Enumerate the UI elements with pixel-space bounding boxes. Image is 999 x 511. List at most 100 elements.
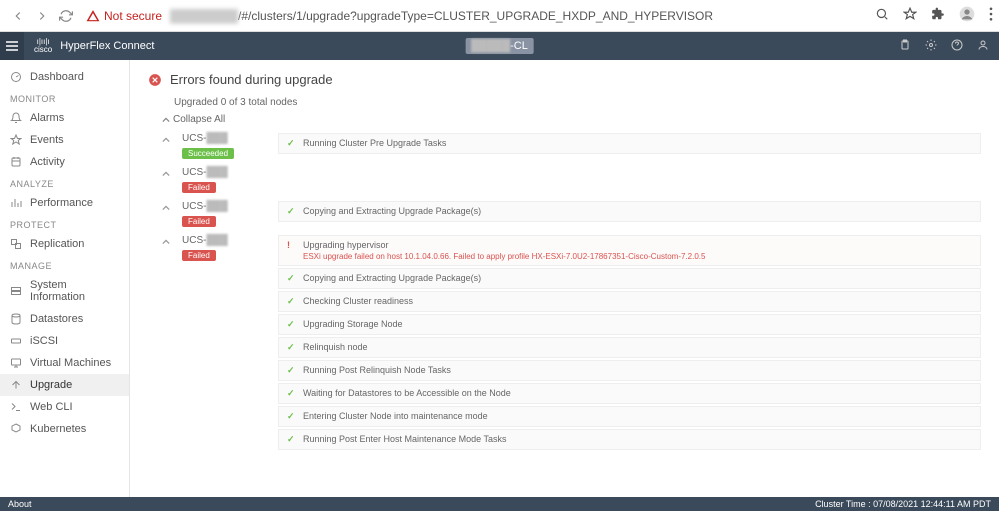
task-row: ✓Waiting for Datastores to be Accessible… (278, 383, 981, 404)
sidebar-item-sysinfo[interactable]: System Information (0, 274, 129, 308)
sidebar-item-webcli[interactable]: Web CLI (0, 396, 129, 418)
task-row: ✓Checking Cluster readiness (278, 291, 981, 312)
sidebar-item-datastores[interactable]: Datastores (0, 308, 129, 330)
extensions-icon[interactable] (931, 7, 945, 24)
back-button[interactable] (9, 7, 27, 25)
task-text: Copying and Extracting Upgrade Package(s… (303, 273, 972, 283)
user-icon[interactable] (977, 39, 989, 54)
check-icon: ✓ (287, 342, 303, 353)
clipboard-icon[interactable] (899, 39, 911, 54)
sidebar-item-kubernetes[interactable]: Kubernetes (0, 418, 129, 440)
task-text: Copying and Extracting Upgrade Package(s… (303, 206, 972, 216)
address-bar[interactable]: ████████/#/clusters/1/upgrade?upgradeTyp… (170, 9, 713, 23)
chevron-up-icon (162, 116, 170, 124)
sidebar-item-dashboard[interactable]: Dashboard (0, 66, 129, 88)
task-list: !Upgrading hypervisorESXi upgrade failed… (278, 235, 981, 452)
security-warning[interactable]: Not secure (86, 9, 162, 23)
bookmark-icon[interactable] (903, 7, 917, 24)
task-list: ✓Copying and Extracting Upgrade Package(… (278, 201, 981, 224)
check-icon: ✓ (287, 138, 303, 149)
sidebar-head-manage: MANAGE (0, 255, 129, 274)
sidebar-item-activity[interactable]: Activity (0, 151, 129, 173)
check-icon: ✓ (287, 319, 303, 330)
sidebar-item-iscsi[interactable]: iSCSI (0, 330, 129, 352)
task-row: ✓Running Cluster Pre Upgrade Tasks (278, 133, 981, 154)
task-text: Relinquish node (303, 342, 972, 352)
sidebar-head-monitor: MONITOR (0, 88, 129, 107)
task-row: ✓Entering Cluster Node into maintenance … (278, 406, 981, 427)
status-badge: Failed (182, 250, 216, 261)
collapse-all-button[interactable]: Collapse All (162, 114, 981, 125)
reload-button[interactable] (57, 7, 75, 25)
node-block: UCS-███ Succeeded ✓Running Cluster Pre Upg… (162, 133, 981, 159)
node-toggle[interactable] (162, 235, 182, 249)
error-header: Errors found during upgrade (148, 72, 981, 87)
app-header: ı|ıı|ıcisco HyperFlex Connect █████-CL (0, 32, 999, 60)
about-link[interactable]: About (8, 499, 32, 509)
task-text: Checking Cluster readiness (303, 296, 972, 306)
task-list: ✓Running Cluster Pre Upgrade Tasks (278, 133, 981, 156)
task-text: Running Post Relinquish Node Tasks (303, 365, 972, 375)
check-icon: ✓ (287, 411, 303, 422)
sidebar-head-analyze: ANALYZE (0, 173, 129, 192)
node-name: UCS-███ (182, 201, 272, 212)
status-badge: Failed (182, 182, 216, 193)
task-text: Waiting for Datastores to be Accessible … (303, 388, 972, 398)
node-toggle[interactable] (162, 201, 182, 215)
forward-button[interactable] (33, 7, 51, 25)
node-header: UCS-███ Succeeded (182, 133, 272, 159)
sidebar-item-events[interactable]: Events (0, 129, 129, 151)
node-block: UCS-███ Failed (162, 167, 981, 193)
security-label: Not secure (104, 9, 162, 23)
profile-icon[interactable] (959, 6, 975, 25)
settings-icon[interactable] (925, 39, 937, 54)
node-header: UCS-███ Failed (182, 235, 272, 261)
check-icon: ✓ (287, 388, 303, 399)
task-row: ✓Relinquish node (278, 337, 981, 358)
status-badge: Succeeded (182, 148, 234, 159)
error-icon: ! (287, 240, 303, 250)
check-icon: ✓ (287, 365, 303, 376)
check-icon: ✓ (287, 434, 303, 445)
check-icon: ✓ (287, 296, 303, 307)
node-toggle[interactable] (162, 167, 182, 181)
sidebar-item-performance[interactable]: Performance (0, 192, 129, 214)
zoom-icon[interactable] (875, 7, 889, 24)
node-name: UCS-███ (182, 167, 272, 178)
error-icon (148, 73, 162, 87)
sidebar-item-upgrade[interactable]: Upgrade (0, 374, 129, 396)
cluster-name: █████-CL (465, 38, 534, 54)
node-name: UCS-███ (182, 133, 272, 144)
sidebar-item-vms[interactable]: Virtual Machines (0, 352, 129, 374)
progress-text: Upgraded 0 of 3 total nodes (174, 97, 981, 108)
hamburger-button[interactable] (0, 32, 24, 60)
browser-chrome: Not secure ████████/#/clusters/1/upgrade… (0, 0, 999, 32)
sidebar: Dashboard MONITOR Alarms Events Activity… (0, 60, 130, 497)
node-name: UCS-███ (182, 235, 272, 246)
task-text: Entering Cluster Node into maintenance m… (303, 411, 972, 421)
help-icon[interactable] (951, 39, 963, 54)
task-text: Running Cluster Pre Upgrade Tasks (303, 138, 972, 148)
status-bar: About Cluster Time : 07/08/2021 12:44:11… (0, 497, 999, 511)
node-header: UCS-███ Failed (182, 201, 272, 227)
task-row: !Upgrading hypervisorESXi upgrade failed… (278, 235, 981, 266)
node-toggle[interactable] (162, 133, 182, 147)
check-icon: ✓ (287, 273, 303, 284)
menu-icon[interactable] (989, 7, 993, 24)
node-block: UCS-███ Failed ✓Copying and Extracting Upg… (162, 201, 981, 227)
task-row: ✓Running Post Relinquish Node Tasks (278, 360, 981, 381)
task-detail: ESXi upgrade failed on host 10.1.04.0.66… (303, 252, 972, 261)
node-header: UCS-███ Failed (182, 167, 272, 193)
sidebar-item-replication[interactable]: Replication (0, 233, 129, 255)
sidebar-item-alarms[interactable]: Alarms (0, 107, 129, 129)
status-badge: Failed (182, 216, 216, 227)
task-text: Upgrading Storage Node (303, 319, 972, 329)
product-name: HyperFlex Connect (60, 40, 154, 52)
node-block: UCS-███ Failed !Upgrading hypervisorESXi u… (162, 235, 981, 452)
content-area: Errors found during upgrade Upgraded 0 o… (130, 60, 999, 497)
check-icon: ✓ (287, 206, 303, 217)
task-row: ✓Running Post Enter Host Maintenance Mod… (278, 429, 981, 450)
error-title-text: Errors found during upgrade (170, 72, 333, 87)
task-row: ✓Copying and Extracting Upgrade Package(… (278, 268, 981, 289)
task-row: ✓Copying and Extracting Upgrade Package(… (278, 201, 981, 222)
